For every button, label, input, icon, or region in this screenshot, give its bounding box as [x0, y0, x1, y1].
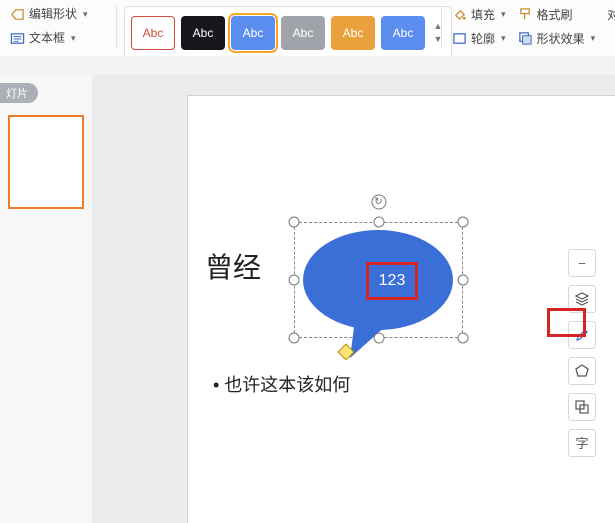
rotate-handle-icon[interactable]: ↻ [371, 195, 386, 210]
float-rect-button[interactable] [568, 393, 596, 421]
separator [116, 6, 117, 48]
text-glyph-icon: 字 [575, 437, 588, 450]
ribbon-right-group: 填充 ▾ 格式刷 轮廓 ▾ 形状效果 ▾ 对 [450, 4, 615, 48]
red-marker-box [547, 308, 586, 337]
style-swatch[interactable]: Abc [281, 16, 325, 50]
selected-shape[interactable]: 123 ↻ [294, 222, 463, 338]
outline-button[interactable]: 轮廓 ▾ [450, 28, 508, 48]
chevron-down-icon: ▾ [501, 33, 506, 44]
rectangles-icon [574, 399, 590, 415]
sub-strip [0, 56, 615, 76]
gallery-scroll: ▲ ▼ [431, 22, 445, 44]
pentagon-outline-icon [574, 363, 590, 379]
shape-effects-icon [518, 31, 533, 46]
style-swatch[interactable]: Abc [331, 16, 375, 50]
resize-handle[interactable] [289, 275, 300, 286]
chevron-down-icon: ▾ [83, 4, 88, 24]
resize-handle[interactable] [289, 217, 300, 228]
resize-handle[interactable] [458, 275, 469, 286]
align-button-partial[interactable]: 对 [605, 4, 615, 24]
float-collapse-button[interactable]: − [568, 249, 596, 277]
canvas-area: 曾经 • 也许这本该如何 123 ↻ [92, 75, 615, 523]
panel-pill: 灯片 [0, 83, 38, 103]
separator [441, 6, 442, 48]
slides-panel: 灯片 [0, 75, 93, 523]
float-outline-button[interactable] [568, 357, 596, 385]
edit-shape-icon [10, 7, 25, 22]
style-swatch[interactable]: Abc [181, 16, 225, 50]
edit-shape-button[interactable]: 编辑形状 ▾ [4, 4, 94, 24]
shape-effects-label: 形状效果 [537, 30, 585, 47]
float-text-button[interactable]: 字 [568, 429, 596, 457]
format-painter-label: 格式刷 [537, 6, 573, 23]
chevron-down-icon: ▾ [501, 9, 506, 20]
fill-icon [452, 7, 467, 22]
outline-label: 轮廓 [471, 30, 495, 47]
textbox-icon [10, 31, 25, 46]
align-label-partial: 对 [607, 6, 615, 23]
textbox-button[interactable]: 文本框 ▾ [4, 28, 94, 48]
resize-handle[interactable] [373, 333, 384, 344]
layers-icon [574, 291, 590, 307]
minus-icon: − [578, 257, 586, 270]
chevron-down-icon: ▾ [71, 28, 76, 48]
fill-label: 填充 [471, 6, 495, 23]
ribbon: 编辑形状 ▾ 文本框 ▾ AbcAbcAbcAbcAbcAbc ▲ ▼ 填充▾ … [0, 0, 615, 57]
chevron-down-icon: ▾ [591, 33, 596, 44]
bubble-text[interactable]: 123 [379, 272, 406, 290]
slide-thumbnail-1[interactable] [8, 115, 84, 209]
resize-handle[interactable] [289, 333, 300, 344]
resize-handle[interactable] [458, 217, 469, 228]
slide-title-text[interactable]: 曾经 [205, 246, 261, 286]
outline-icon [452, 31, 467, 46]
shape-effects-button[interactable]: 形状效果 ▾ [516, 28, 598, 48]
format-painter-button[interactable]: 格式刷 [516, 4, 598, 24]
ribbon-left-group: 编辑形状 ▾ 文本框 ▾ [4, 4, 94, 48]
style-swatch[interactable]: Abc [381, 16, 425, 50]
fill-button[interactable]: 填充 ▾ [450, 4, 508, 24]
edit-shape-label: 编辑形状 [29, 4, 77, 24]
shape-style-gallery: AbcAbcAbcAbcAbcAbc ▲ ▼ [124, 6, 452, 60]
format-painter-icon [518, 7, 533, 22]
slide-body-text[interactable]: • 也许这本该如何 [213, 371, 350, 397]
bubble-text-highlight: 123 [366, 262, 418, 300]
resize-handle[interactable] [458, 333, 469, 344]
resize-handle[interactable] [373, 217, 384, 228]
floating-toolbar: − 字 [568, 249, 594, 457]
textbox-label: 文本框 [29, 28, 65, 48]
style-swatch[interactable]: Abc [231, 16, 275, 50]
style-swatch[interactable]: Abc [131, 16, 175, 50]
